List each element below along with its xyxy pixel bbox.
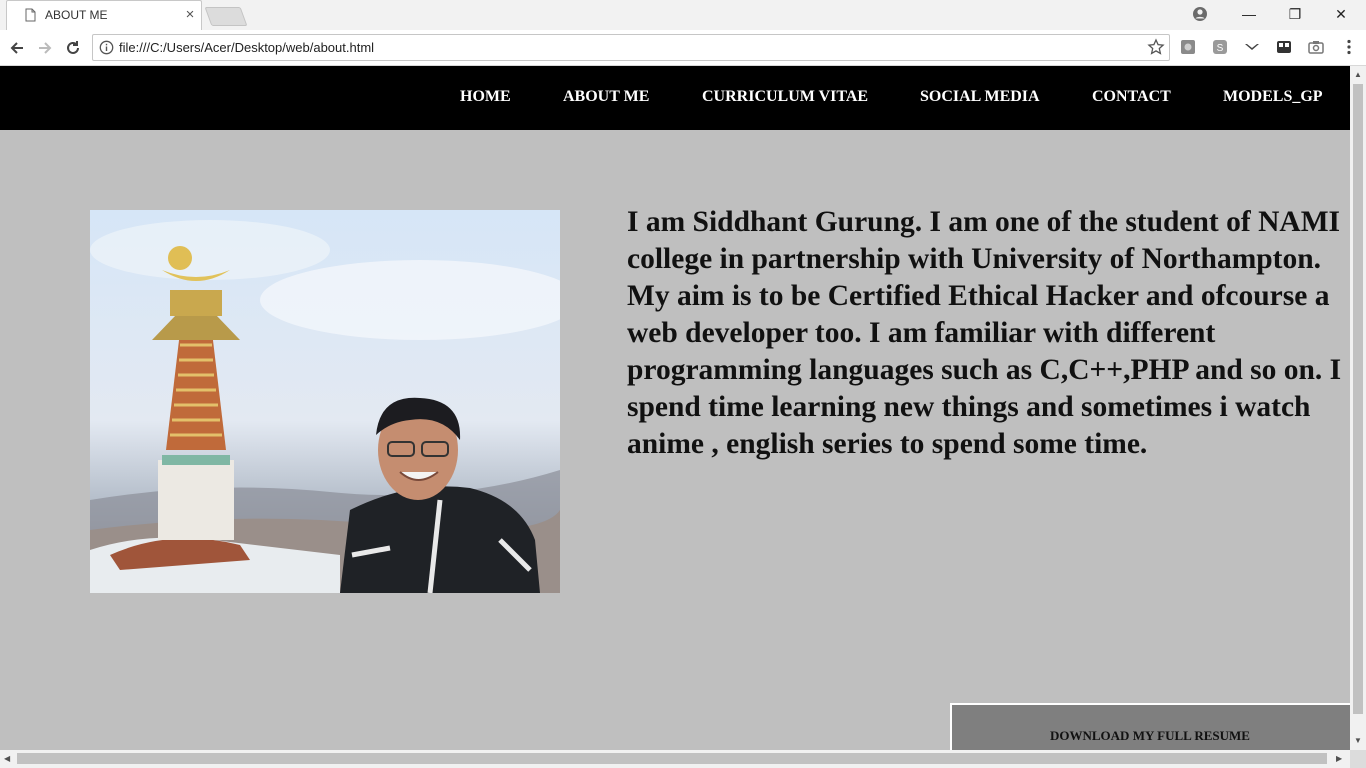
vertical-scrollbar[interactable]: ▲ ▼ — [1350, 66, 1366, 750]
download-resume-button[interactable]: DOWNLOAD MY FULL RESUME — [950, 703, 1350, 750]
url-text: file:///C:/Users/Acer/Desktop/web/about.… — [119, 40, 375, 55]
back-icon[interactable] — [8, 39, 26, 57]
extension-arrow-icon[interactable] — [1243, 38, 1261, 56]
profile-icon[interactable] — [1192, 6, 1208, 22]
browser-tab[interactable]: ABOUT ME × — [6, 0, 202, 30]
download-resume-label: DOWNLOAD MY FULL RESUME — [1050, 728, 1250, 743]
scrollbar-corner — [1350, 750, 1366, 768]
extension-icon[interactable] — [1179, 38, 1197, 56]
page-viewport: HOME ABOUT ME CURRICULUM VITAE SOCIAL ME… — [0, 66, 1350, 750]
profile-photo — [90, 210, 560, 593]
info-icon[interactable] — [99, 40, 114, 55]
maximize-button[interactable]: ❐ — [1272, 0, 1318, 28]
nav-home-link[interactable]: HOME — [460, 88, 511, 106]
vertical-scroll-thumb[interactable] — [1353, 84, 1363, 714]
extension-grid-icon[interactable] — [1275, 38, 1293, 56]
horizontal-scroll-thumb[interactable] — [17, 753, 1327, 764]
minimize-button[interactable]: — — [1226, 0, 1272, 28]
nav-models-gp-link[interactable]: MODELS_GP — [1223, 88, 1323, 106]
tab-strip: ABOUT ME × — ❐ ✕ — [0, 0, 1366, 30]
svg-text:S: S — [1217, 43, 1224, 54]
bio-text: I am Siddhant Gurung. I am one of the st… — [627, 206, 1342, 460]
nav-contact-link[interactable]: CONTACT — [1092, 88, 1171, 106]
tab-close-icon[interactable]: × — [183, 6, 197, 24]
scroll-down-icon[interactable]: ▼ — [1354, 736, 1362, 746]
nav-social-media-link[interactable]: SOCIAL MEDIA — [920, 88, 1040, 106]
scroll-right-icon[interactable]: ▶ — [1336, 754, 1342, 764]
main-navigation: HOME ABOUT ME CURRICULUM VITAE SOCIAL ME… — [0, 66, 1350, 130]
scroll-up-icon[interactable]: ▲ — [1354, 70, 1362, 80]
nav-curriculum-vitae-link[interactable]: CURRICULUM VITAE — [702, 88, 868, 106]
bookmark-star-icon[interactable] — [1147, 38, 1165, 56]
tab-title: ABOUT ME — [45, 8, 108, 22]
page-icon — [25, 8, 36, 22]
address-bar[interactable]: file:///C:/Users/Acer/Desktop/web/about.… — [92, 34, 1170, 61]
kebab-menu-icon[interactable] — [1340, 38, 1358, 56]
new-tab-button[interactable] — [204, 7, 248, 26]
forward-icon[interactable] — [36, 39, 54, 57]
skype-extension-icon[interactable]: S — [1211, 38, 1229, 56]
close-window-button[interactable]: ✕ — [1318, 0, 1364, 28]
scroll-left-icon[interactable]: ◀ — [4, 754, 10, 764]
nav-about-me-link[interactable]: ABOUT ME — [563, 88, 649, 106]
reload-icon[interactable] — [64, 39, 82, 57]
camera-extension-icon[interactable] — [1307, 38, 1325, 56]
horizontal-scrollbar[interactable]: ◀ ▶ — [0, 750, 1350, 768]
toolbar: file:///C:/Users/Acer/Desktop/web/about.… — [0, 30, 1366, 66]
